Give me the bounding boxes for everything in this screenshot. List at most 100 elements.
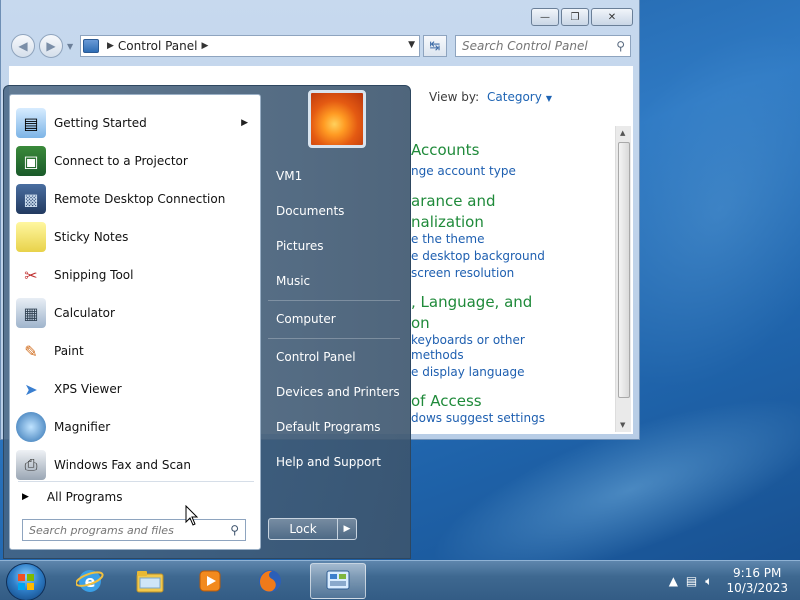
- program-label: Snipping Tool: [54, 268, 134, 282]
- divider: [268, 338, 400, 339]
- control-panel-icon: [83, 39, 99, 53]
- program-snipping-tool[interactable]: ✂ Snipping Tool: [12, 257, 258, 293]
- category-link[interactable]: keyboards or other: [411, 333, 525, 347]
- taskbar-internet-explorer[interactable]: e: [62, 563, 118, 599]
- start-menu-programs-pane: ▤ Getting Started ▶ ▣ Connect to a Proje…: [9, 94, 261, 550]
- projector-icon: ▣: [16, 146, 46, 176]
- clock-date: 10/3/2023: [726, 581, 788, 595]
- category-link[interactable]: methods: [411, 348, 464, 362]
- back-arrow-icon: ◀: [18, 39, 28, 53]
- right-item-help-support[interactable]: Help and Support: [268, 448, 404, 476]
- control-panel-icon: [326, 570, 350, 590]
- address-history-dropdown[interactable]: ▼: [408, 40, 415, 50]
- taskbar: e ▲ ▤ 🔈︎ 9:16 PM 10/3/2023: [0, 560, 800, 600]
- program-remote-desktop[interactable]: ▩ Remote Desktop Connection: [12, 181, 258, 217]
- category-heading-appearance-line2[interactable]: nalization: [411, 213, 484, 231]
- program-label: Calculator: [54, 306, 115, 320]
- recent-pages-dropdown[interactable]: ▼: [67, 42, 73, 51]
- program-getting-started[interactable]: ▤ Getting Started ▶: [12, 105, 258, 141]
- scroll-up-icon[interactable]: ▲: [620, 129, 625, 137]
- start-button[interactable]: [6, 563, 46, 600]
- right-item-computer[interactable]: Computer: [268, 305, 404, 333]
- minimize-button[interactable]: —: [531, 8, 559, 26]
- scroll-down-icon[interactable]: ▼: [620, 421, 625, 429]
- start-menu: ▤ Getting Started ▶ ▣ Connect to a Proje…: [3, 85, 411, 559]
- program-calculator[interactable]: ▦ Calculator: [12, 295, 258, 331]
- right-item-documents[interactable]: Documents: [268, 197, 404, 225]
- taskbar-windows-explorer[interactable]: [122, 563, 178, 599]
- category-heading-clock-language-line2[interactable]: on: [411, 314, 430, 332]
- submenu-arrow-icon[interactable]: ▶: [241, 118, 248, 128]
- all-programs-button[interactable]: ▶ All Programs: [18, 485, 254, 509]
- clock[interactable]: 9:16 PM 10/3/2023: [726, 566, 788, 596]
- forward-arrow-icon: ▶: [46, 39, 56, 53]
- refresh-button[interactable]: ↹: [423, 35, 447, 57]
- volume-muted-icon[interactable]: 🔈︎: [705, 574, 712, 589]
- lock-button[interactable]: Lock: [268, 518, 338, 540]
- calculator-icon: ▦: [16, 298, 46, 328]
- program-connect-to-projector[interactable]: ▣ Connect to a Projector: [12, 143, 258, 179]
- breadcrumb-separator-icon[interactable]: ▶: [202, 41, 209, 51]
- chevron-down-icon[interactable]: ▼: [546, 94, 552, 103]
- category-heading-clock-language[interactable]: , Language, and: [411, 293, 532, 311]
- windows-explorer-icon: [136, 571, 164, 593]
- scrollbar-thumb[interactable]: [618, 142, 630, 398]
- start-search-box[interactable]: ⚲: [22, 519, 246, 541]
- breadcrumb-separator-icon[interactable]: ▶: [107, 41, 114, 51]
- internet-explorer-icon: e: [76, 570, 104, 592]
- shutdown-options-button[interactable]: ▶: [337, 518, 357, 540]
- program-paint[interactable]: ✎ Paint: [12, 333, 258, 369]
- program-label: Getting Started: [54, 116, 147, 130]
- close-button[interactable]: ✕: [591, 8, 633, 26]
- program-fax-and-scan[interactable]: ⎙ Windows Fax and Scan: [12, 447, 258, 483]
- category-link[interactable]: dows suggest settings: [411, 411, 545, 425]
- xps-viewer-icon: ➤: [24, 379, 38, 399]
- category-link[interactable]: e the theme: [411, 232, 484, 246]
- right-item-default-programs[interactable]: Default Programs: [268, 413, 404, 441]
- control-panel-search[interactable]: ⚲: [455, 35, 631, 57]
- category-link[interactable]: e desktop background: [411, 249, 545, 263]
- fax-scan-icon: ⎙: [16, 450, 46, 480]
- back-button[interactable]: ◀: [11, 34, 35, 58]
- taskbar-media-player[interactable]: [182, 563, 238, 599]
- search-icon[interactable]: ⚲: [230, 523, 239, 537]
- breadcrumb-control-panel[interactable]: Control Panel: [118, 39, 198, 53]
- system-tray: ▲ ▤ 🔈︎ 9:16 PM 10/3/2023: [669, 561, 788, 600]
- category-link[interactable]: screen resolution: [411, 266, 514, 280]
- triangle-right-icon: ▶: [22, 492, 29, 502]
- taskbar-firefox[interactable]: [242, 563, 298, 599]
- program-label: Paint: [54, 344, 84, 358]
- category-link[interactable]: e display language: [411, 365, 525, 379]
- program-xps-viewer[interactable]: ➤ XPS Viewer: [12, 371, 258, 407]
- category-heading-accounts[interactable]: Accounts: [411, 141, 479, 159]
- search-icon[interactable]: ⚲: [616, 39, 625, 53]
- program-label: Windows Fax and Scan: [54, 458, 192, 472]
- program-sticky-notes[interactable]: Sticky Notes: [12, 219, 258, 255]
- snipping-tool-icon: ✂: [24, 265, 38, 285]
- control-panel-search-input[interactable]: [462, 39, 602, 53]
- clock-time: 9:16 PM: [733, 566, 782, 580]
- view-by-dropdown[interactable]: Category ▼: [487, 90, 552, 104]
- right-item-pictures[interactable]: Pictures: [268, 232, 404, 260]
- network-icon[interactable]: ▤: [686, 574, 697, 588]
- vertical-scrollbar[interactable]: ▲ ▼: [615, 126, 631, 432]
- view-by-value[interactable]: Category: [487, 90, 542, 104]
- right-item-control-panel[interactable]: Control Panel: [268, 343, 404, 371]
- maximize-button[interactable]: ❐: [561, 8, 589, 26]
- program-magnifier[interactable]: Magnifier: [12, 409, 258, 445]
- address-bar[interactable]: ▶ Control Panel ▶ ▼: [80, 35, 420, 57]
- taskbar-control-panel[interactable]: [310, 563, 366, 599]
- right-item-devices-printers[interactable]: Devices and Printers: [268, 378, 404, 406]
- show-hidden-icons-icon[interactable]: ▲: [669, 574, 678, 588]
- right-item-music[interactable]: Music: [268, 267, 404, 295]
- divider: [268, 300, 400, 301]
- forward-button[interactable]: ▶: [39, 34, 63, 58]
- firefox-icon: [259, 570, 281, 592]
- chevron-right-icon: ▶: [343, 524, 351, 534]
- right-item-user-folder[interactable]: VM1: [268, 162, 404, 190]
- category-heading-ease-of-access[interactable]: of Access: [411, 392, 482, 410]
- media-player-icon: [199, 570, 221, 592]
- user-picture[interactable]: [308, 90, 366, 148]
- category-heading-appearance[interactable]: arance and: [411, 192, 496, 210]
- category-link[interactable]: nge account type: [411, 164, 516, 178]
